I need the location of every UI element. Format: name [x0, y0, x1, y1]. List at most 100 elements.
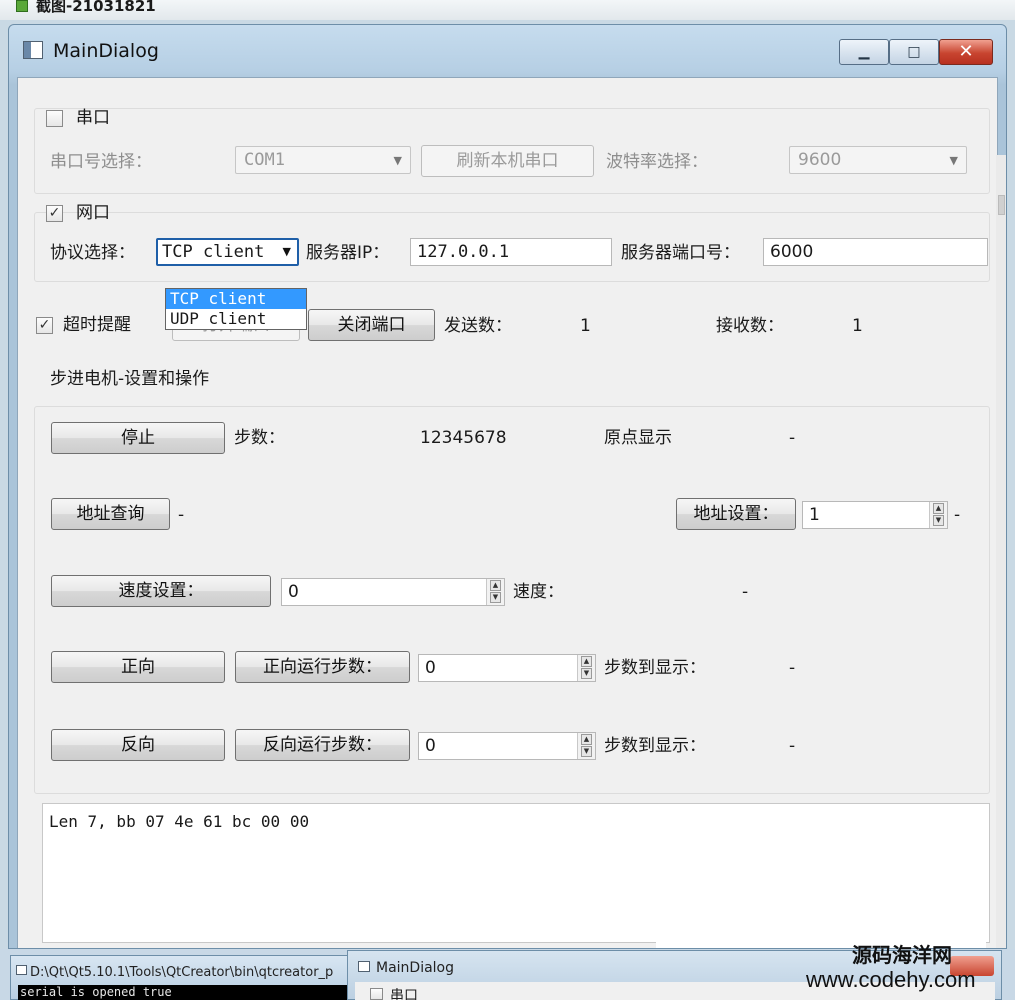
spin-down-icon[interactable]: ▼	[581, 746, 592, 757]
server-ip-label: 服务器IP：	[306, 243, 390, 263]
protocol-option-tcp[interactable]: TCP client	[166, 289, 306, 309]
console-output-text: serial is opened true	[20, 985, 172, 999]
network-checkbox[interactable]: ✓	[46, 205, 63, 222]
serial-port-select[interactable]: COM1 ▼	[235, 146, 411, 174]
address-set-value: 1	[809, 505, 820, 525]
spin-down-icon[interactable]: ▼	[581, 668, 592, 679]
second-serial-checkbox[interactable]	[370, 988, 383, 1000]
timeout-checkbox[interactable]: ✓	[36, 317, 53, 334]
scrollbar-thumb[interactable]	[998, 195, 1005, 215]
forward-steps-button[interactable]: 正向运行步数：	[235, 651, 410, 683]
baud-rate-value: 9600	[798, 150, 842, 170]
server-ip-input[interactable]: 127.0.0.1	[410, 238, 612, 266]
server-port-input[interactable]: 6000	[763, 238, 988, 266]
second-window-title: MainDialog	[376, 960, 455, 976]
log-line: Len 7, bb 07 4e 61 bc 00 00	[49, 812, 310, 831]
window-title: MainDialog	[53, 40, 159, 62]
console-window-title: D:\Qt\Qt5.10.1\Tools\QtCreator\bin\qtcre…	[30, 965, 334, 980]
spin-down-icon[interactable]: ▼	[933, 515, 944, 526]
close-icon: ✕	[958, 41, 974, 62]
recv-count-value: 1	[852, 316, 863, 336]
network-checkbox-label: 网口	[76, 203, 110, 223]
protocol-label: 协议选择：	[50, 243, 135, 263]
chevron-down-icon: ▼	[282, 245, 291, 258]
site-brand-name: 源码海洋网	[852, 943, 952, 967]
baud-rate-select[interactable]: 9600 ▼	[789, 146, 967, 174]
spin-down-icon[interactable]: ▼	[490, 592, 501, 603]
reverse-steps-button[interactable]: 反向运行步数：	[235, 729, 410, 761]
origin-label: 原点显示	[604, 428, 672, 448]
minimize-button[interactable]: ▁	[839, 39, 889, 65]
speed-set-spinbox[interactable]: 0 ▲ ▼	[281, 578, 505, 606]
protocol-value: TCP client	[162, 242, 265, 262]
chevron-down-icon: ▼	[949, 154, 958, 167]
forward-display-label: 步数到显示：	[604, 658, 706, 678]
forward-button[interactable]: 正向	[51, 651, 225, 683]
spin-up-icon[interactable]: ▲	[581, 734, 592, 745]
steps-label: 步数：	[234, 428, 285, 448]
motor-group-title: 步进电机-设置和操作	[50, 369, 210, 389]
reverse-steps-spinbox[interactable]: 0 ▲ ▼	[418, 732, 596, 760]
second-window-icon	[358, 961, 370, 972]
outer-title: 截图-21031821	[36, 0, 156, 15]
spin-buttons[interactable]: ▲ ▼	[577, 733, 595, 759]
second-serial-checkbox-label: 串口	[390, 988, 418, 1000]
log-textarea[interactable]: Len 7, bb 07 4e 61 bc 00 00	[42, 803, 990, 943]
timeout-label: 超时提醒	[63, 315, 131, 335]
title-bar[interactable]: MainDialog ▁ □ ✕	[9, 25, 1006, 77]
spin-buttons[interactable]: ▲ ▼	[929, 502, 947, 528]
speed-label: 速度：	[513, 582, 564, 602]
screenshot-icon	[16, 0, 28, 12]
window-scrollbar[interactable]	[996, 155, 1006, 948]
send-count-value: 1	[580, 316, 591, 336]
steps-value: 12345678	[420, 428, 507, 448]
address-set-spinbox[interactable]: 1 ▲ ▼	[802, 501, 948, 529]
forward-display-value: -	[789, 658, 796, 678]
site-brand-url: www.codehy.com	[806, 967, 976, 992]
spin-buttons[interactable]: ▲ ▼	[577, 655, 595, 681]
send-count-label: 发送数：	[444, 316, 512, 336]
server-port-label: 服务器端口号：	[621, 243, 740, 263]
reverse-button[interactable]: 反向	[51, 729, 225, 761]
main-window: MainDialog ▁ □ ✕ 串口 串口号选择： COM1 ▼ 刷新本机串口…	[8, 24, 1007, 949]
white-overlay-blob	[884, 858, 980, 908]
origin-value: -	[789, 428, 796, 448]
spin-buttons[interactable]: ▲ ▼	[486, 579, 504, 605]
baud-rate-label: 波特率选择：	[606, 152, 708, 172]
spin-up-icon[interactable]: ▲	[490, 580, 501, 591]
protocol-option-udp[interactable]: UDP client	[166, 309, 306, 329]
chevron-down-icon: ▼	[393, 154, 402, 167]
stop-button[interactable]: 停止	[51, 422, 225, 454]
spin-up-icon[interactable]: ▲	[933, 503, 944, 514]
reverse-display-label: 步数到显示：	[604, 736, 706, 756]
address-set-button[interactable]: 地址设置：	[676, 498, 796, 530]
spin-up-icon[interactable]: ▲	[581, 656, 592, 667]
close-button[interactable]: ✕	[939, 39, 993, 65]
forward-steps-value: 0	[425, 658, 436, 678]
speed-set-button[interactable]: 速度设置：	[51, 575, 271, 607]
serial-checkbox[interactable]	[46, 110, 63, 127]
reverse-steps-value: 0	[425, 736, 436, 756]
server-ip-value: 127.0.0.1	[417, 242, 510, 262]
forward-steps-spinbox[interactable]: 0 ▲ ▼	[418, 654, 596, 682]
refresh-ports-button[interactable]: 刷新本机串口	[421, 145, 594, 177]
app-window-icon	[23, 41, 43, 59]
recv-count-label: 接收数：	[716, 316, 784, 336]
console-window-icon	[16, 965, 27, 975]
close-port-button[interactable]: 关闭端口	[308, 309, 435, 341]
address-query-value: -	[178, 505, 185, 525]
address-set-result: -	[954, 505, 961, 525]
serial-port-label: 串口号选择：	[50, 152, 152, 172]
minimize-icon: ▁	[858, 44, 870, 60]
protocol-select[interactable]: TCP client ▼	[156, 238, 299, 266]
speed-value: -	[742, 582, 749, 602]
dialog-client-area: 串口 串口号选择： COM1 ▼ 刷新本机串口 波特率选择： 9600 ▼ ✓ …	[17, 77, 998, 948]
reverse-display-value: -	[789, 736, 796, 756]
serial-port-value: COM1	[244, 150, 285, 170]
protocol-dropdown-list[interactable]: TCP client UDP client	[165, 288, 307, 330]
address-query-button[interactable]: 地址查询	[51, 498, 170, 530]
server-port-value: 6000	[770, 242, 814, 262]
maximize-icon: □	[907, 44, 921, 60]
serial-checkbox-label: 串口	[76, 108, 110, 128]
maximize-button[interactable]: □	[889, 39, 939, 65]
